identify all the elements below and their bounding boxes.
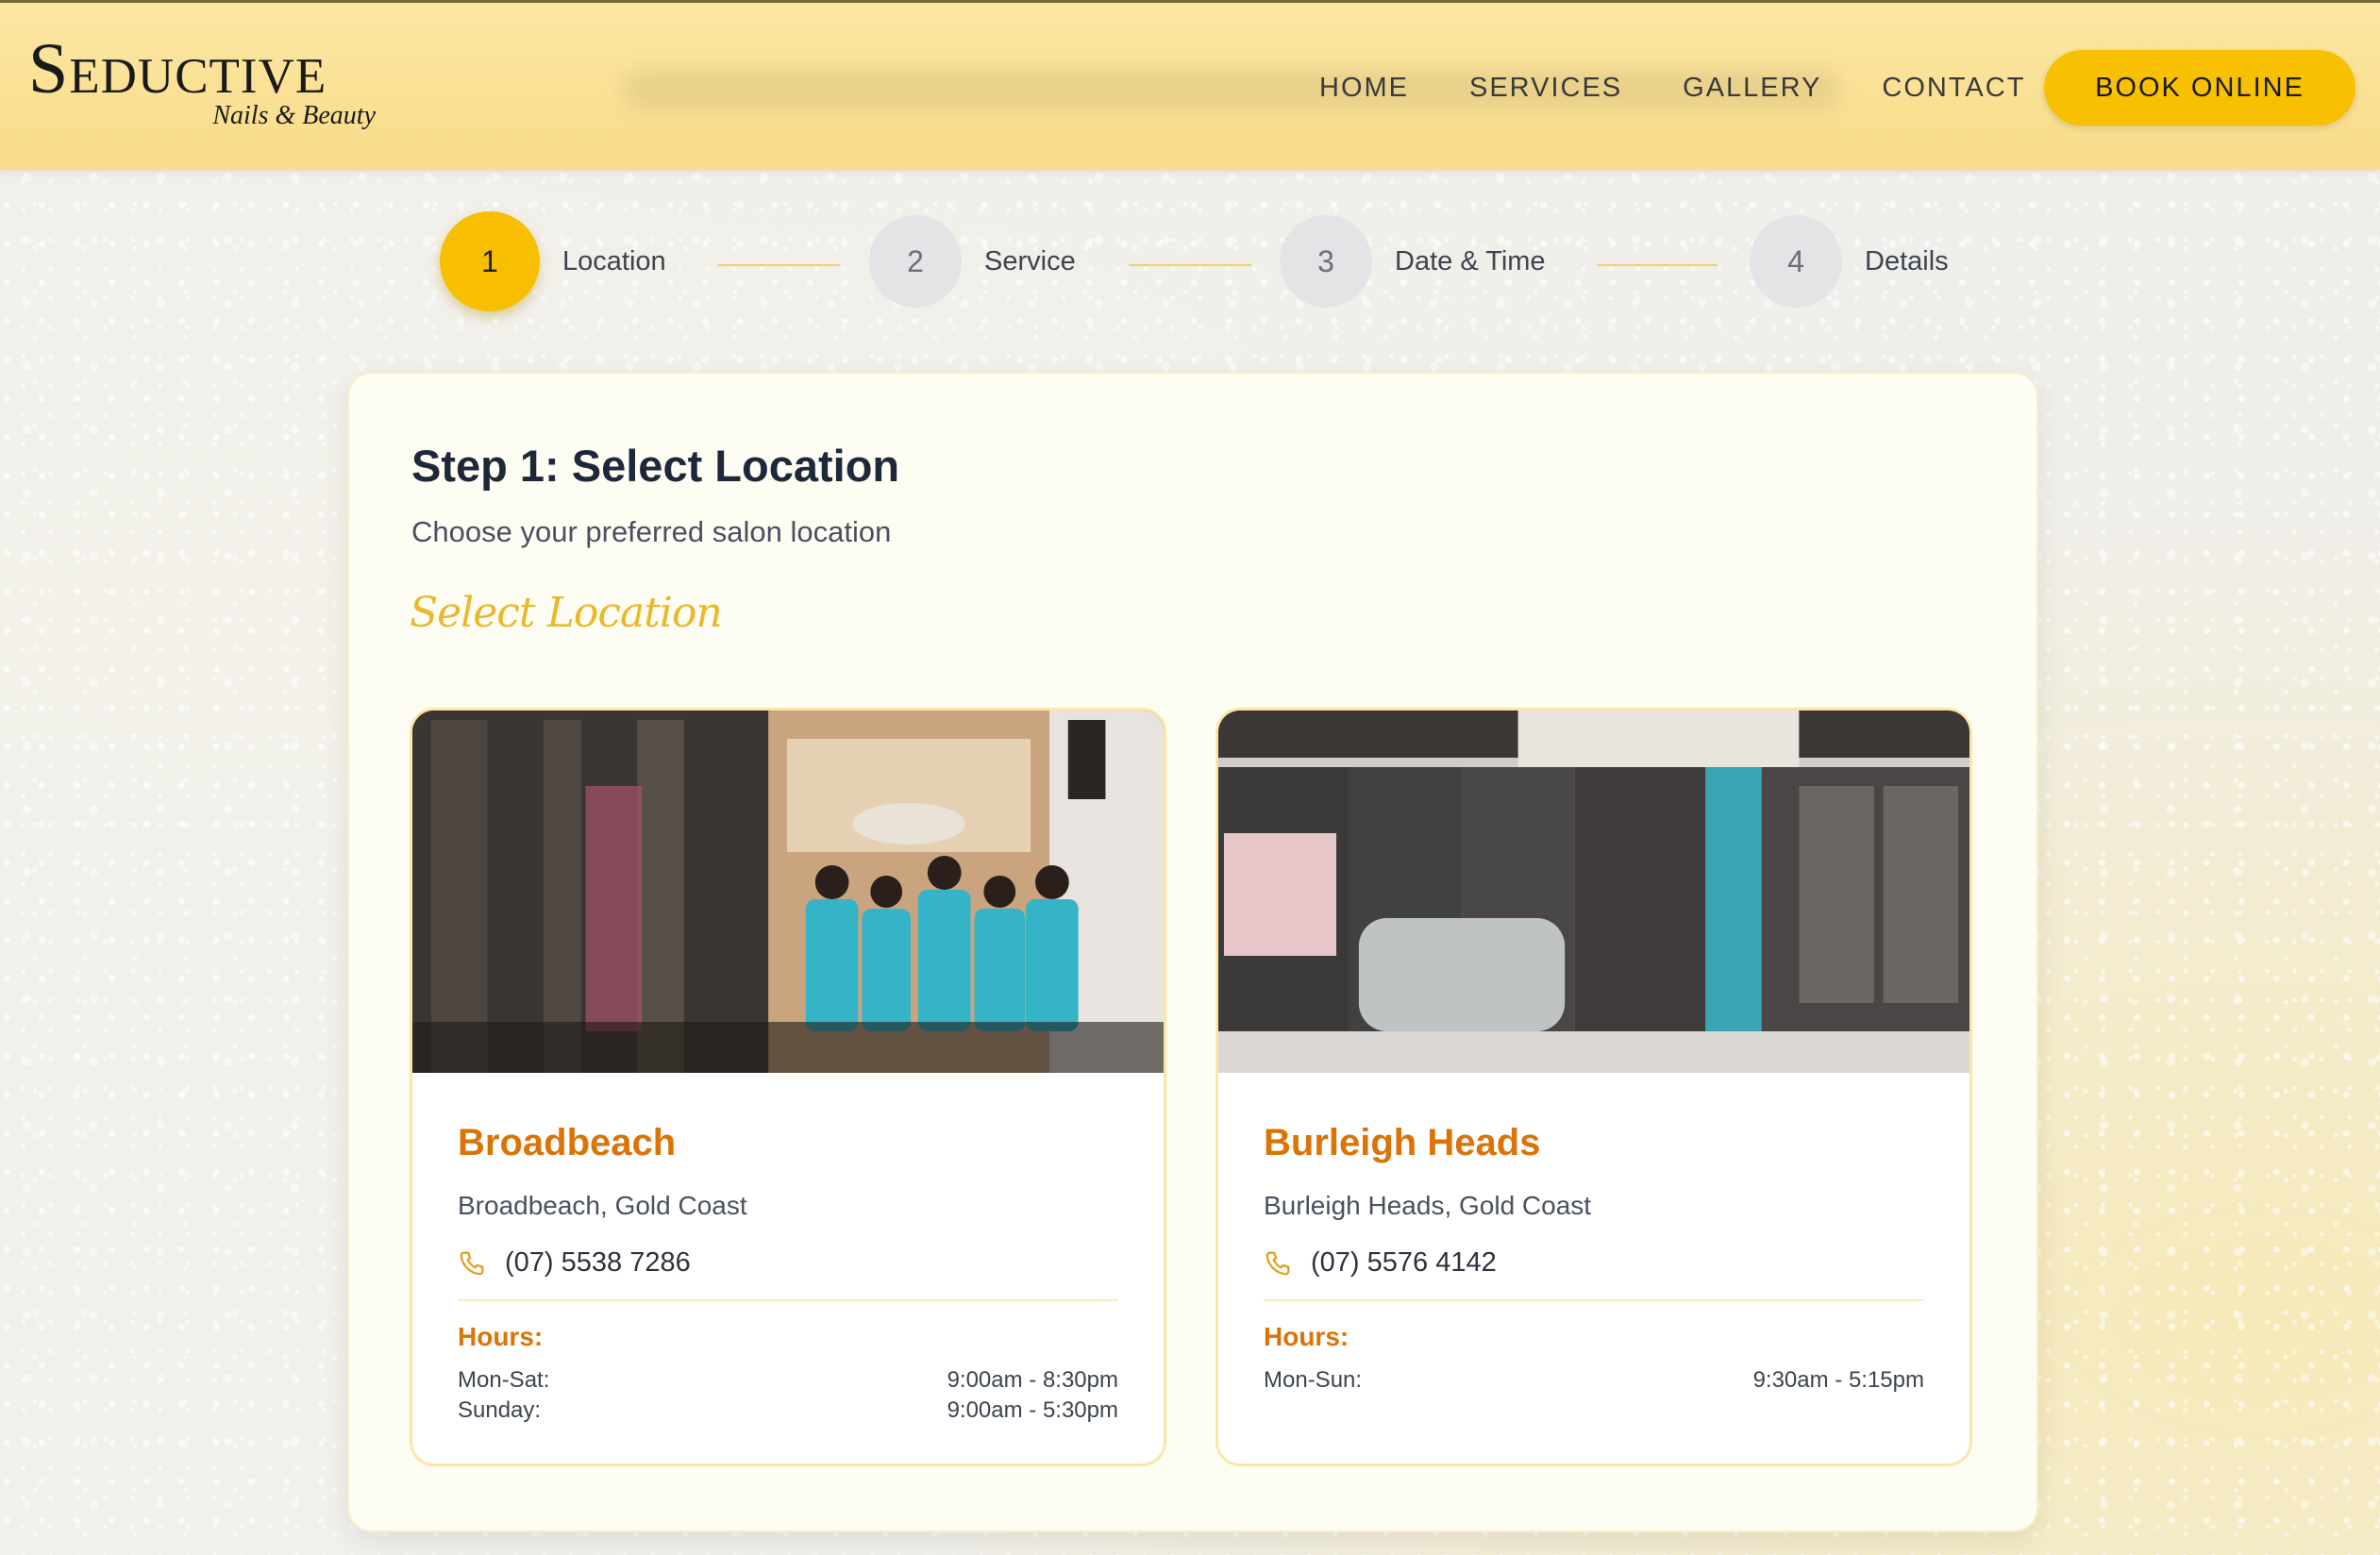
step-service[interactable]: 2 Service <box>869 215 1076 308</box>
location-area: Burleigh Heads, Gold Coast <box>1264 1191 1592 1220</box>
location-selection-card: Step 1: Select Location Choose your pref… <box>347 372 2038 1532</box>
step-number: 2 <box>869 215 962 308</box>
book-online-button[interactable]: BOOK ONLINE <box>2044 50 2355 125</box>
location-card-broadbeach[interactable]: Broadbeach Broadbeach, Gold Coast (07) 5… <box>410 708 1166 1466</box>
hours-row: Sunday: 9:00am - 5:30pm <box>458 1396 1118 1426</box>
hours-time: 9:30am - 5:15pm <box>1752 1367 1924 1393</box>
step-date-time[interactable]: 3 Date & Time <box>1280 215 1546 308</box>
nav-contact[interactable]: CONTACT <box>1882 69 2025 107</box>
script-heading: Select Location <box>410 589 723 637</box>
hours-row: Mon-Sun: 9:30am - 5:15pm <box>1264 1365 1924 1396</box>
hours-table: Mon-Sun: 9:30am - 5:15pm <box>1264 1365 1924 1396</box>
step-connector <box>1597 264 1718 266</box>
hours-days: Mon-Sun: <box>1264 1367 1363 1393</box>
phone-icon <box>460 1251 484 1275</box>
location-body: Broadbeach Broadbeach, Gold Coast (07) 5… <box>458 1073 1118 1426</box>
nav-services[interactable]: SERVICES <box>1469 69 1622 107</box>
main-nav: HOME SERVICES GALLERY CONTACT <box>1319 69 2086 107</box>
step-number: 4 <box>1750 215 1842 308</box>
nav-gallery[interactable]: GALLERY <box>1683 69 1821 107</box>
nav-home[interactable]: HOME <box>1319 69 1409 107</box>
step-label: Location <box>562 245 666 276</box>
location-area: Broadbeach, Gold Coast <box>458 1191 747 1220</box>
step-label: Service <box>984 245 1076 276</box>
step-label: Date & Time <box>1395 245 1546 276</box>
step-connector <box>1129 264 1251 266</box>
salon-photo <box>1218 711 1969 1073</box>
hours-days: Sunday: <box>458 1397 542 1423</box>
step-details[interactable]: 4 Details <box>1750 215 1949 308</box>
phone-icon <box>1265 1251 1290 1275</box>
step-number: 1 <box>440 211 540 311</box>
phone-row: (07) 5538 7286 <box>458 1247 1118 1279</box>
hours-time: 9:00am - 8:30pm <box>947 1367 1118 1393</box>
location-name: Broadbeach <box>458 1122 677 1163</box>
hours-table: Mon-Sat: 9:00am - 8:30pm Sunday: 9:00am … <box>458 1365 1118 1426</box>
location-phone: (07) 5538 7286 <box>505 1247 691 1278</box>
hours-row: Mon-Sat: 9:00am - 8:30pm <box>458 1365 1118 1396</box>
location-card-burleigh-heads[interactable]: Burleigh Heads Burleigh Heads, Gold Coas… <box>1215 708 1972 1466</box>
logo[interactable]: Seductive Nails & Beauty <box>28 33 387 131</box>
page-title: Step 1: Select Location <box>411 441 900 491</box>
location-name: Burleigh Heads <box>1264 1122 1541 1163</box>
step-location[interactable]: 1 Location <box>440 211 666 311</box>
phone-row: (07) 5576 4142 <box>1264 1247 1924 1279</box>
location-body: Burleigh Heads Burleigh Heads, Gold Coas… <box>1264 1073 1924 1396</box>
divider <box>458 1299 1118 1301</box>
hours-days: Mon-Sat: <box>458 1367 550 1393</box>
location-phone: (07) 5576 4142 <box>1311 1247 1497 1278</box>
divider <box>1264 1299 1924 1301</box>
step-number: 3 <box>1280 215 1372 308</box>
booking-stepper: 1 Location 2 Service 3 Date & Time 4 Det… <box>440 211 1950 319</box>
step-connector <box>717 264 840 266</box>
hours-time: 9:00am - 5:30pm <box>947 1397 1118 1423</box>
logo-main-text: Seductive <box>28 29 327 109</box>
hours-label: Hours: <box>1264 1322 1349 1351</box>
page-subtitle: Choose your preferred salon location <box>411 515 892 548</box>
step-label: Details <box>1865 245 1949 276</box>
salon-photo <box>412 711 1164 1073</box>
site-header: Seductive Nails & Beauty HOME SERVICES G… <box>0 0 2380 170</box>
hours-label: Hours: <box>458 1322 544 1351</box>
